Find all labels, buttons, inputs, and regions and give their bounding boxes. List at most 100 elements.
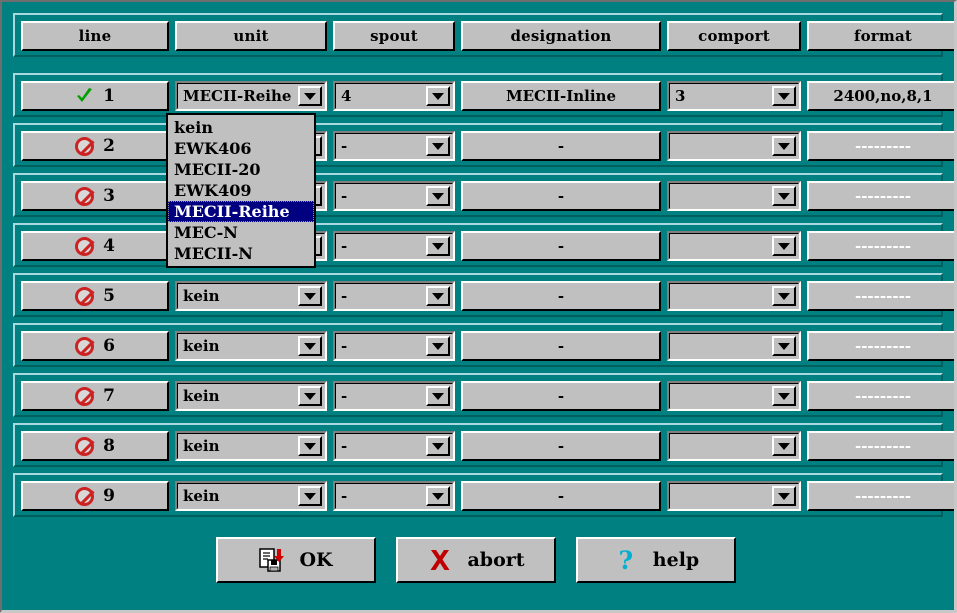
format-field[interactable]: ---------	[807, 181, 957, 211]
spout-combo[interactable]: -	[333, 431, 455, 461]
column-header-designation[interactable]: designation	[461, 21, 661, 51]
line-toggle-button[interactable]: 3	[21, 181, 169, 211]
unit-combo[interactable]: kein	[175, 381, 327, 411]
chevron-down-icon[interactable]	[298, 286, 322, 306]
chevron-down-icon[interactable]	[426, 486, 450, 506]
format-field[interactable]: ---------	[807, 381, 957, 411]
chevron-down-icon[interactable]	[426, 186, 450, 206]
chevron-down-icon[interactable]	[772, 486, 796, 506]
no-entry-icon	[75, 286, 95, 306]
line-toggle-button[interactable]: 8	[21, 431, 169, 461]
comport-combo[interactable]	[667, 431, 801, 461]
chevron-down-icon[interactable]	[426, 86, 450, 106]
format-field[interactable]: ---------	[807, 331, 957, 361]
designation-field[interactable]: -	[461, 381, 661, 411]
spout-combo[interactable]: -	[333, 131, 455, 161]
line-toggle-button[interactable]: 6	[21, 331, 169, 361]
chevron-down-icon[interactable]	[426, 136, 450, 156]
comport-combo[interactable]	[667, 481, 801, 511]
spout-combo[interactable]: -	[333, 281, 455, 311]
line-number: 8	[103, 436, 115, 456]
chevron-down-icon[interactable]	[426, 386, 450, 406]
chevron-down-icon[interactable]	[298, 436, 322, 456]
unit-combo[interactable]: kein	[175, 281, 327, 311]
designation-field[interactable]: MECII-Inline	[461, 81, 661, 111]
dropdown-option-selected[interactable]: MECII-Reihe	[168, 201, 314, 222]
chevron-down-icon[interactable]	[772, 436, 796, 456]
comport-combo[interactable]	[667, 181, 801, 211]
unit-combo[interactable]: kein	[175, 331, 327, 361]
dropdown-option[interactable]: EWK409	[168, 180, 314, 201]
chevron-down-icon[interactable]	[426, 436, 450, 456]
line-toggle-button[interactable]: 9	[21, 481, 169, 511]
ok-button[interactable]: OK	[216, 537, 376, 583]
dropdown-option[interactable]: MECII-20	[168, 159, 314, 180]
chevron-down-icon[interactable]	[298, 386, 322, 406]
column-header-comport[interactable]: comport	[667, 21, 801, 51]
line-toggle-button[interactable]: 1	[21, 81, 169, 111]
chevron-down-icon[interactable]	[426, 286, 450, 306]
chevron-down-icon[interactable]	[772, 136, 796, 156]
help-button[interactable]: ? help	[576, 537, 736, 583]
unit-combo[interactable]: MECII-Reihe	[175, 81, 327, 111]
chevron-down-icon[interactable]	[772, 336, 796, 356]
comport-combo[interactable]	[667, 231, 801, 261]
column-header-format[interactable]: format	[807, 21, 957, 51]
spout-combo[interactable]: -	[333, 331, 455, 361]
line-toggle-button[interactable]: 4	[21, 231, 169, 261]
designation-field[interactable]: -	[461, 331, 661, 361]
comport-combo[interactable]	[667, 131, 801, 161]
comport-combo[interactable]	[667, 381, 801, 411]
no-entry-icon	[75, 136, 95, 156]
comport-combo[interactable]	[667, 331, 801, 361]
format-field[interactable]: ---------	[807, 281, 957, 311]
unit-combo[interactable]: kein	[175, 481, 327, 511]
spout-combo[interactable]: -	[333, 481, 455, 511]
spout-combo[interactable]: 4	[333, 81, 455, 111]
designation-field[interactable]: -	[461, 181, 661, 211]
format-field[interactable]: ---------	[807, 431, 957, 461]
chevron-down-icon[interactable]	[298, 86, 322, 106]
spout-combo[interactable]: -	[333, 381, 455, 411]
dialog-client-area: line unit spout designation comport form…	[4, 3, 957, 608]
comport-combo[interactable]	[667, 281, 801, 311]
dropdown-option[interactable]: MEC-N	[168, 222, 314, 243]
chevron-down-icon[interactable]	[298, 486, 322, 506]
dropdown-option[interactable]: EWK406	[168, 138, 314, 159]
format-field[interactable]: ---------	[807, 231, 957, 261]
chevron-down-icon[interactable]	[772, 286, 796, 306]
dropdown-option[interactable]: kein	[168, 117, 314, 138]
designation-field[interactable]: -	[461, 481, 661, 511]
chevron-down-icon[interactable]	[772, 386, 796, 406]
chevron-down-icon[interactable]	[426, 336, 450, 356]
unit-value: kein	[183, 387, 220, 405]
line-toggle-button[interactable]: 2	[21, 131, 169, 161]
designation-field[interactable]: -	[461, 281, 661, 311]
spout-combo[interactable]: -	[333, 231, 455, 261]
format-field[interactable]: 2400,no,8,1	[807, 81, 957, 111]
line-number: 3	[103, 186, 115, 206]
abort-button[interactable]: abort	[396, 537, 556, 583]
format-field[interactable]: ---------	[807, 481, 957, 511]
chevron-down-icon[interactable]	[426, 236, 450, 256]
dropdown-option[interactable]: MECII-N	[168, 243, 314, 264]
designation-field[interactable]: -	[461, 231, 661, 261]
chevron-down-icon[interactable]	[298, 336, 322, 356]
chevron-down-icon[interactable]	[772, 236, 796, 256]
column-header-spout[interactable]: spout	[333, 21, 455, 51]
format-value: ---------	[854, 487, 912, 505]
chevron-down-icon[interactable]	[772, 186, 796, 206]
comport-combo[interactable]: 3	[667, 81, 801, 111]
designation-field[interactable]: -	[461, 131, 661, 161]
designation-field[interactable]: -	[461, 431, 661, 461]
unit-combo[interactable]: kein	[175, 431, 327, 461]
format-value: ---------	[854, 237, 912, 255]
spout-combo[interactable]: -	[333, 181, 455, 211]
column-header-line[interactable]: line	[21, 21, 169, 51]
chevron-down-icon[interactable]	[772, 86, 796, 106]
format-field[interactable]: ---------	[807, 131, 957, 161]
column-header-unit[interactable]: unit	[175, 21, 327, 51]
unit-dropdown-list[interactable]: kein EWK406 MECII-20 EWK409 MECII-Reihe …	[166, 113, 316, 268]
line-toggle-button[interactable]: 7	[21, 381, 169, 411]
line-toggle-button[interactable]: 5	[21, 281, 169, 311]
